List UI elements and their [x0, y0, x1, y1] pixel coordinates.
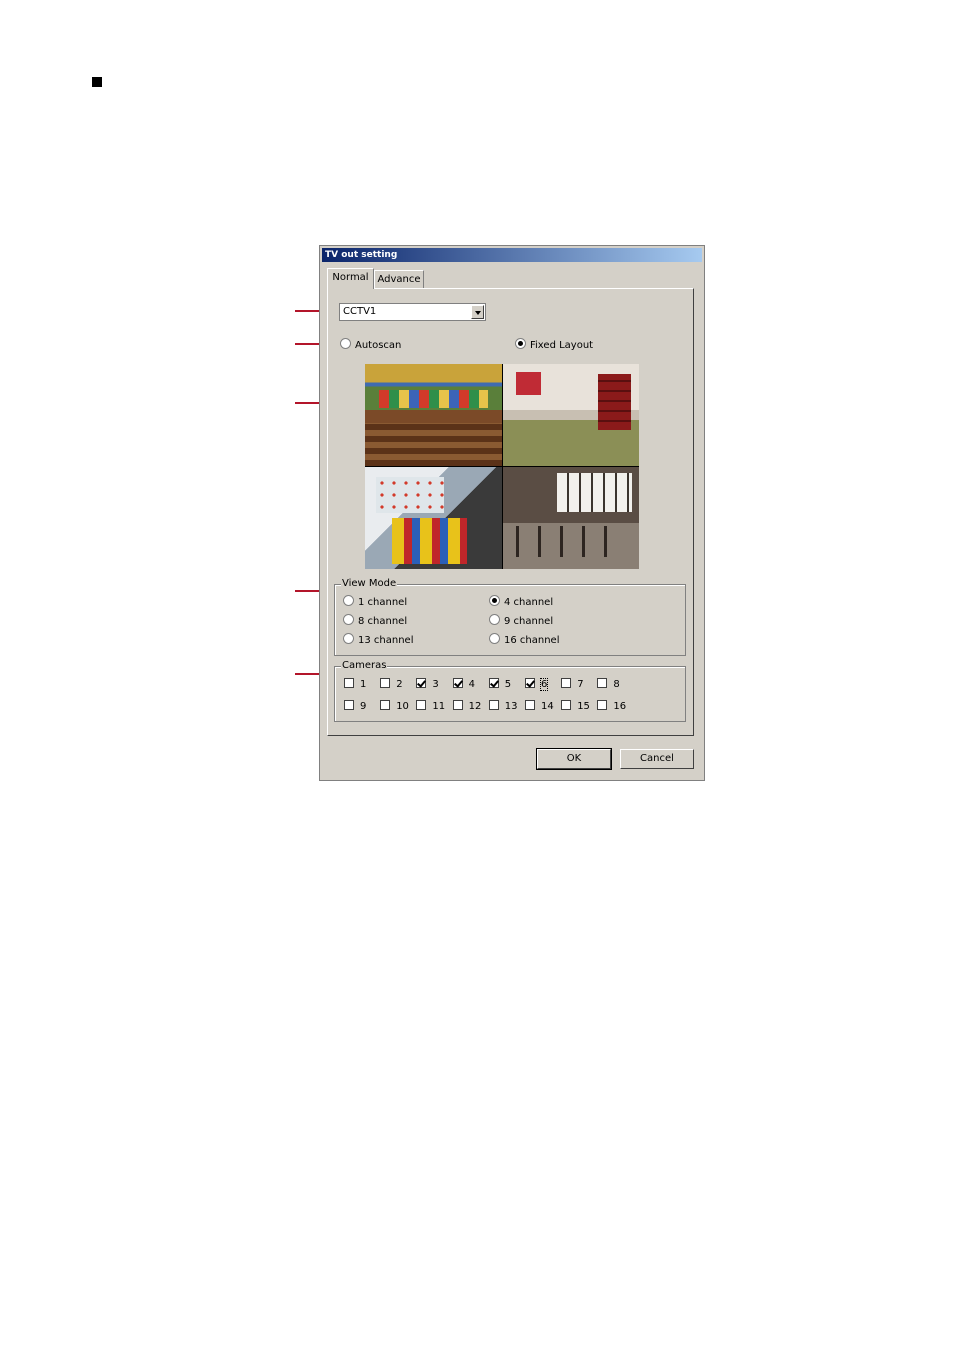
view-mode-13-channel[interactable]: 13 channel [343, 633, 413, 647]
camera-checkbox-10[interactable]: 10 [380, 700, 409, 713]
camera-checkbox-label: 8 [613, 679, 620, 690]
camera-checkbox-16[interactable]: 16 [597, 700, 626, 713]
dialog-title: TV out setting [322, 248, 702, 262]
camera-checkbox-label: 7 [577, 679, 584, 690]
camera-checkbox-label: 6 [539, 678, 549, 691]
checkbox-icon [597, 678, 608, 688]
checkbox-icon [344, 700, 354, 710]
camera-checkbox-label: 5 [504, 679, 512, 690]
checkbox-checked-icon [452, 678, 463, 688]
camera-preview-grid [365, 364, 639, 569]
view-mode-4-channel[interactable]: 4 channel [489, 595, 553, 609]
camera-checkbox-label: 15 [577, 701, 590, 712]
camera-checkbox-4[interactable]: 4 [452, 678, 475, 691]
checkbox-icon [380, 700, 391, 710]
dropdown-arrow-icon[interactable] [471, 305, 484, 319]
camera-checkbox-label: 14 [541, 701, 554, 712]
camera-checkbox-label: 9 [360, 701, 367, 712]
radio-icon [343, 633, 354, 644]
view-mode-label: View Mode [341, 578, 398, 590]
camera-preview-3 [365, 467, 502, 569]
radio-icon [340, 338, 351, 349]
camera-checkbox-label: 4 [468, 679, 475, 690]
camera-checkbox-13[interactable]: 13 [488, 700, 518, 713]
checkbox-icon [344, 678, 354, 688]
view-mode-16-channel[interactable]: 16 channel [489, 633, 559, 647]
camera-checkbox-5[interactable]: 5 [488, 678, 512, 691]
camera-checkbox-1[interactable]: 1 [344, 678, 366, 691]
checkbox-checked-icon [488, 678, 499, 688]
checkbox-icon [452, 700, 463, 710]
camera-checkbox-12[interactable]: 12 [452, 700, 482, 713]
camera-preview-4 [502, 467, 639, 569]
camera-checkbox-15[interactable]: 15 [561, 700, 590, 713]
camera-checkbox-3[interactable]: 3 [416, 678, 439, 691]
camera-preview-1 [365, 364, 502, 466]
camera-checkbox-label: 10 [396, 701, 409, 712]
device-select[interactable]: CCTV1 [339, 303, 486, 321]
radio-selected-icon [515, 338, 526, 349]
camera-checkbox-8[interactable]: 8 [597, 678, 620, 691]
cameras-label: Cameras [341, 660, 388, 672]
camera-checkbox-label: 16 [613, 701, 627, 712]
checkbox-icon [561, 700, 572, 710]
radio-selected-icon [489, 595, 500, 606]
cancel-button[interactable]: Cancel [620, 749, 694, 769]
checkbox-icon [488, 700, 499, 710]
fixed-layout-radio[interactable]: Fixed Layout [515, 338, 593, 352]
checkbox-icon [525, 700, 535, 710]
camera-checkbox-label: 13 [504, 701, 518, 712]
autoscan-radio[interactable]: Autoscan [340, 338, 401, 352]
camera-checkbox-label: 12 [468, 701, 482, 712]
checkbox-checked-icon [416, 678, 427, 688]
checkbox-checked-icon [525, 678, 535, 688]
radio-icon [343, 595, 354, 606]
camera-preview-2 [502, 364, 639, 466]
camera-checkbox-label: 2 [396, 679, 403, 690]
camera-checkbox-9[interactable]: 9 [344, 700, 366, 713]
radio-icon [489, 614, 500, 625]
checkbox-icon [597, 700, 608, 710]
checkbox-icon [561, 678, 572, 688]
radio-icon [489, 633, 500, 644]
camera-checkbox-6[interactable]: 6 [525, 678, 549, 691]
bullet-square-icon [92, 77, 102, 87]
tv-out-setting-dialog: TV out setting Normal Advance CCTV1 Auto… [319, 245, 705, 781]
view-mode-8-channel[interactable]: 8 channel [343, 614, 407, 628]
camera-checkbox-7[interactable]: 7 [561, 678, 584, 691]
tab-advance[interactable]: Advance [374, 270, 424, 289]
device-select-value: CCTV1 [343, 306, 377, 317]
camera-checkbox-14[interactable]: 14 [525, 700, 554, 713]
camera-checkbox-label: 3 [432, 679, 439, 690]
camera-checkbox-label: 1 [360, 679, 367, 690]
view-mode-9-channel[interactable]: 9 channel [489, 614, 553, 628]
camera-checkbox-2[interactable]: 2 [380, 678, 403, 691]
cameras-group: Cameras 1 2 3 4 5 6 7 8 9 10 11 12 13 14 15 16 [334, 660, 686, 722]
camera-checkbox-11[interactable]: 11 [416, 700, 445, 713]
view-mode-group: View Mode 1 channel 4 channel 8 channel … [334, 578, 686, 656]
view-mode-1-channel[interactable]: 1 channel [343, 595, 407, 609]
checkbox-icon [416, 700, 427, 710]
ok-button[interactable]: OK [536, 748, 612, 770]
radio-icon [343, 614, 354, 625]
tab-normal[interactable]: Normal [327, 268, 374, 289]
checkbox-icon [380, 678, 391, 688]
camera-checkbox-label: 11 [432, 701, 446, 712]
